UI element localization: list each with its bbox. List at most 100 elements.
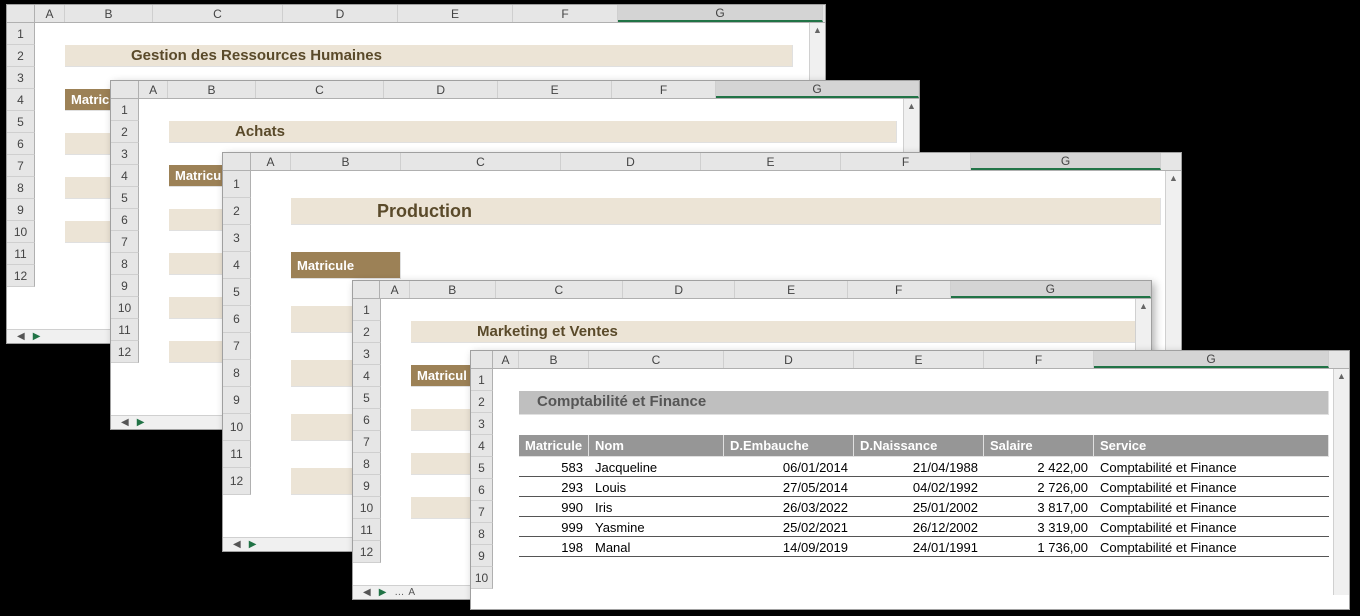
row-header[interactable]: 2 — [7, 45, 35, 67]
row-header[interactable]: 5 — [353, 387, 381, 409]
col-header-b[interactable]: B — [168, 81, 255, 98]
col-header-d[interactable]: D — [283, 5, 398, 22]
row-header[interactable]: 5 — [7, 111, 35, 133]
table-cell[interactable]: 2 422,00 — [984, 457, 1094, 477]
col-header-d[interactable]: D — [561, 153, 701, 170]
row-header[interactable]: 6 — [471, 479, 493, 501]
row-header[interactable]: 12 — [7, 265, 35, 287]
table-cell[interactable]: 25/01/2002 — [854, 497, 984, 517]
col-header-f[interactable]: F — [984, 351, 1094, 368]
row-header[interactable]: 12 — [223, 468, 251, 495]
table-cell[interactable]: Jacqueline — [589, 457, 724, 477]
row-header[interactable]: 9 — [471, 545, 493, 567]
row-header[interactable]: 1 — [223, 171, 251, 198]
col-header-a[interactable]: A — [493, 351, 519, 368]
table-cell[interactable]: Yasmine — [589, 517, 724, 537]
col-header-d[interactable]: D — [623, 281, 735, 298]
row-header[interactable]: 7 — [111, 231, 139, 253]
col-header-g[interactable]: G — [716, 81, 919, 98]
table-cell[interactable]: Comptabilité et Finance — [1094, 537, 1329, 557]
row-header[interactable]: 11 — [353, 519, 381, 541]
row-header[interactable]: 9 — [7, 199, 35, 221]
col-header-f[interactable]: F — [513, 5, 618, 22]
row-header[interactable]: 2 — [223, 198, 251, 225]
tab-nav-prev-icon[interactable]: ◀ — [17, 331, 25, 342]
table-cell[interactable]: 24/01/1991 — [854, 537, 984, 557]
table-cell[interactable]: Comptabilité et Finance — [1094, 457, 1329, 477]
select-all-corner[interactable] — [471, 351, 493, 368]
row-header[interactable]: 6 — [7, 133, 35, 155]
col-header-d[interactable]: D — [724, 351, 854, 368]
row-header[interactable]: 8 — [7, 177, 35, 199]
table-cell[interactable]: 198 — [519, 537, 589, 557]
col-header-a[interactable]: A — [35, 5, 65, 22]
col-header-f[interactable]: F — [612, 81, 716, 98]
tab-nav-next-icon[interactable]: ▶ — [33, 331, 41, 342]
row-header[interactable]: 7 — [471, 501, 493, 523]
row-header[interactable]: 6 — [353, 409, 381, 431]
cell-grid[interactable]: Comptabilité et Finance Matricule Nom D.… — [493, 369, 1349, 589]
table-cell[interactable]: Comptabilité et Finance — [1094, 477, 1329, 497]
col-header-b[interactable]: B — [519, 351, 589, 368]
col-header-c[interactable]: C — [401, 153, 561, 170]
col-header-e[interactable]: E — [854, 351, 984, 368]
row-header[interactable]: 1 — [111, 99, 139, 121]
row-header[interactable]: 11 — [111, 319, 139, 341]
row-header[interactable]: 9 — [223, 387, 251, 414]
table-cell[interactable]: 2 726,00 — [984, 477, 1094, 497]
table-cell[interactable]: Iris — [589, 497, 724, 517]
row-header[interactable]: 8 — [353, 453, 381, 475]
select-all-corner[interactable] — [111, 81, 139, 98]
row-header[interactable]: 1 — [471, 369, 493, 391]
row-header[interactable]: 10 — [471, 567, 493, 589]
scroll-up-icon[interactable]: ▲ — [904, 99, 919, 113]
table-cell[interactable]: 583 — [519, 457, 589, 477]
row-header[interactable]: 1 — [7, 23, 35, 45]
row-header[interactable]: 8 — [111, 253, 139, 275]
table-cell[interactable]: 21/04/1988 — [854, 457, 984, 477]
row-header[interactable]: 10 — [111, 297, 139, 319]
col-header-f[interactable]: F — [848, 281, 951, 298]
col-header-a[interactable]: A — [251, 153, 291, 170]
col-header-f[interactable]: F — [841, 153, 971, 170]
table-cell[interactable]: 3 817,00 — [984, 497, 1094, 517]
tab-nav-prev-icon[interactable]: ◀ — [363, 587, 371, 598]
row-header[interactable]: 2 — [111, 121, 139, 143]
row-header[interactable]: 7 — [223, 333, 251, 360]
row-header[interactable]: 11 — [7, 243, 35, 265]
select-all-corner[interactable] — [223, 153, 251, 170]
table-cell[interactable]: Comptabilité et Finance — [1094, 517, 1329, 537]
tab-nav-next-icon[interactable]: ▶ — [249, 539, 257, 550]
table-cell[interactable]: 26/12/2002 — [854, 517, 984, 537]
select-all-corner[interactable] — [353, 281, 380, 298]
scroll-up-icon[interactable]: ▲ — [1166, 171, 1181, 185]
row-header[interactable]: 4 — [7, 89, 35, 111]
row-header[interactable]: 5 — [111, 187, 139, 209]
col-header-g[interactable]: G — [618, 5, 823, 22]
col-header-e[interactable]: E — [498, 81, 612, 98]
col-header-c[interactable]: C — [153, 5, 283, 22]
row-header[interactable]: 10 — [223, 414, 251, 441]
table-cell[interactable]: 293 — [519, 477, 589, 497]
col-header-b[interactable]: B — [291, 153, 401, 170]
table-cell[interactable]: 3 319,00 — [984, 517, 1094, 537]
tab-nav-prev-icon[interactable]: ◀ — [121, 417, 129, 428]
row-header[interactable]: 8 — [223, 360, 251, 387]
col-header-e[interactable]: E — [735, 281, 847, 298]
row-header[interactable]: 6 — [223, 306, 251, 333]
scroll-up-icon[interactable]: ▲ — [810, 23, 825, 37]
row-header[interactable]: 4 — [223, 252, 251, 279]
row-header[interactable]: 12 — [111, 341, 139, 363]
row-header[interactable]: 5 — [223, 279, 251, 306]
sheet-tab-label[interactable]: A — [408, 587, 415, 598]
col-header-c[interactable]: C — [496, 281, 623, 298]
col-header-d[interactable]: D — [384, 81, 498, 98]
table-cell[interactable]: 06/01/2014 — [724, 457, 854, 477]
scroll-up-icon[interactable]: ▲ — [1136, 299, 1151, 313]
table-cell[interactable]: 04/02/1992 — [854, 477, 984, 497]
tab-nav-more-icon[interactable]: … — [394, 587, 404, 598]
col-header-c[interactable]: C — [256, 81, 385, 98]
row-header[interactable]: 4 — [353, 365, 381, 387]
table-cell[interactable]: 25/02/2021 — [724, 517, 854, 537]
row-header[interactable]: 3 — [7, 67, 35, 89]
